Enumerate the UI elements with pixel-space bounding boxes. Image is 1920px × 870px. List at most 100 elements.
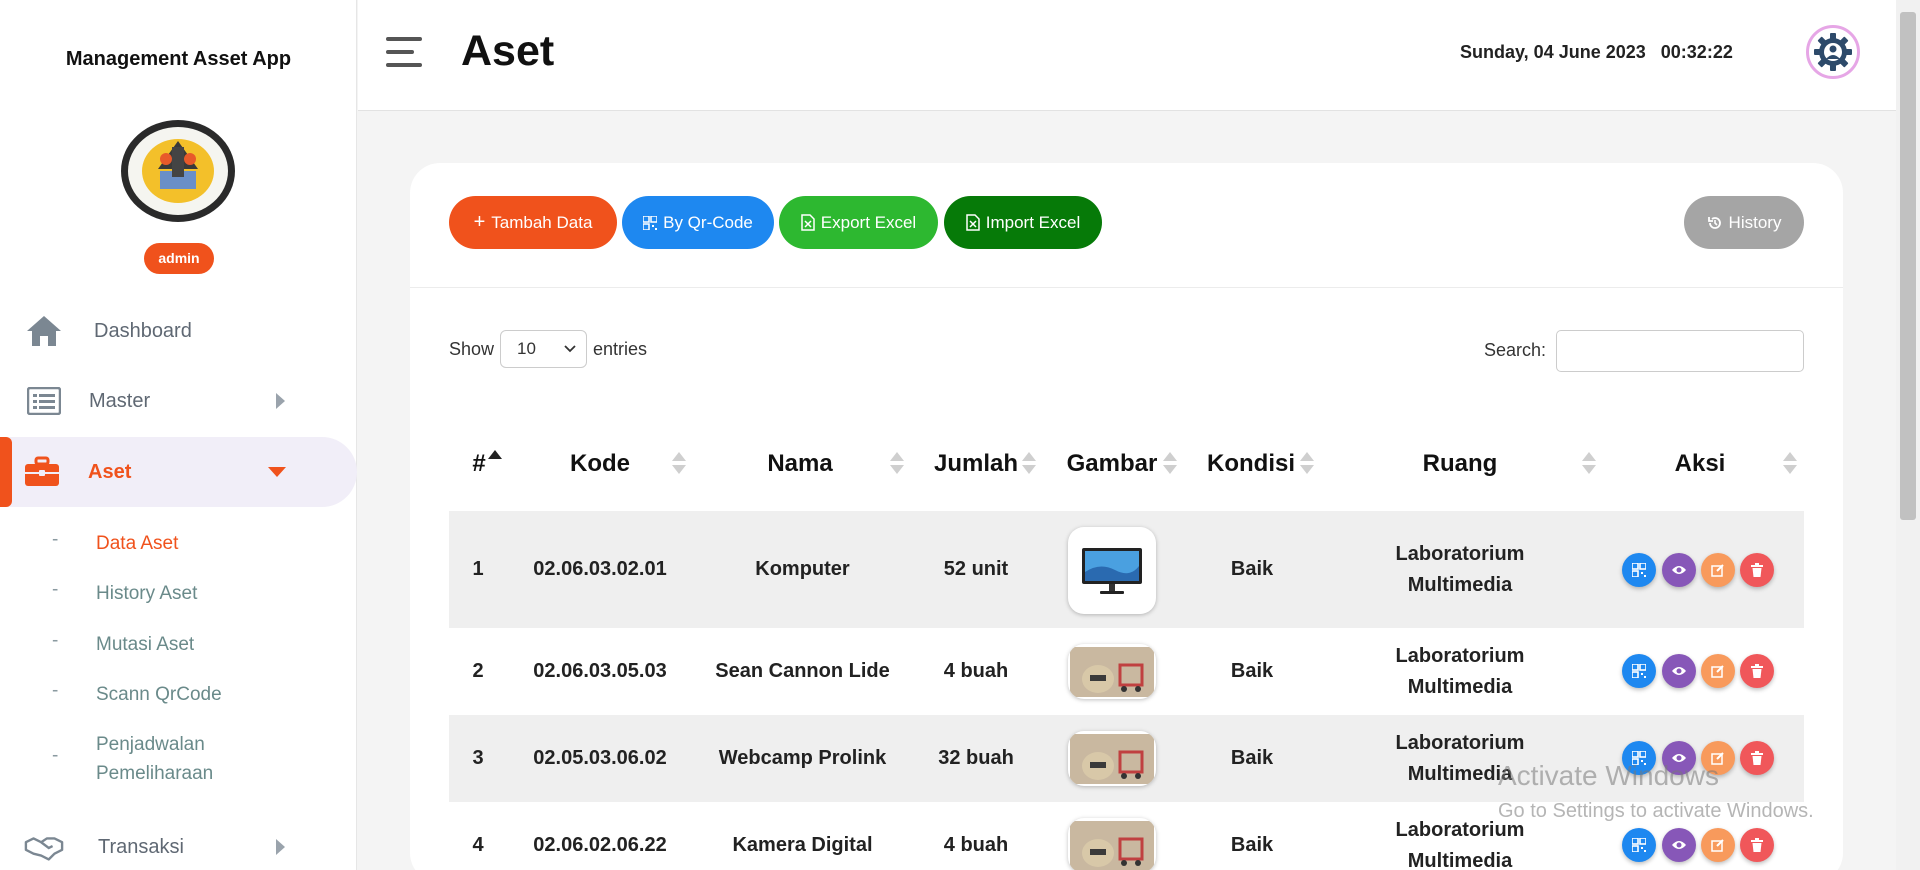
page-scrollbar[interactable] [1896,0,1920,870]
history-button[interactable]: History [1684,196,1804,249]
school-logo [120,119,236,223]
delete-action-button[interactable] [1740,553,1774,587]
delete-action-button[interactable] [1740,654,1774,688]
cell-kondisi: Baik [1230,834,1274,856]
delete-action-button[interactable] [1740,741,1774,775]
col-header-nama[interactable]: Nama [730,450,870,478]
col-header-jumlah[interactable]: Jumlah [930,450,1022,478]
sidebar-item-dashboard[interactable]: Dashboard [0,296,357,366]
qrcode-action-button[interactable] [1622,828,1656,862]
history-label: History [1728,212,1782,232]
sort-icon[interactable] [889,452,905,476]
cell-no: 3 [472,747,484,769]
sidebar-subitem-mutasi-aset[interactable]: - Mutasi Aset [52,630,194,659]
edit-action-button[interactable] [1701,828,1735,862]
edit-action-button[interactable] [1701,654,1735,688]
handshake-icon [24,830,64,864]
sort-icon[interactable] [1162,452,1178,476]
assets-bag-image[interactable] [1068,731,1156,786]
assets-bag-image[interactable] [1068,644,1156,699]
header-datetime: Sunday, 04 June 2023 00:32:22 [1460,42,1733,63]
entries-select[interactable]: 10 [500,330,588,368]
col-header-gambar[interactable]: Gambar [1064,450,1160,478]
eye-icon [1672,841,1686,849]
sort-icon[interactable] [1299,452,1315,476]
edit-icon [1711,839,1724,852]
col-header-kondisi[interactable]: Kondisi [1204,450,1298,478]
cell-kode: 02.06.03.02.01 [533,558,667,580]
menu-toggle-icon[interactable] [386,37,422,67]
sidebar-subitem-scann-qrcode[interactable]: - Scann QrCode [52,680,222,709]
qrcode-action-button[interactable] [1622,553,1656,587]
sort-icon[interactable] [1782,452,1798,476]
cell-no: 2 [472,660,484,682]
sidebar-item-transaksi[interactable]: Transaksi [0,812,357,870]
assets-bag-image[interactable] [1068,818,1156,870]
cell-ruang: Laboratorium Multimedia [1395,542,1525,596]
cell-ruang: Laboratorium Multimedia [1395,644,1525,698]
windows-activation-subtitle: Go to Settings to activate Windows. [1498,800,1814,822]
export-excel-label: Export Excel [820,212,917,232]
sidebar-subitem-data-aset[interactable]: - Data Aset [52,529,178,558]
dash-marker: - [52,745,59,766]
sort-asc-icon[interactable] [487,450,503,474]
cell-no: 4 [472,834,484,856]
view-action-button[interactable] [1662,654,1696,688]
entries-label: entries [593,338,648,359]
export-excel-button[interactable]: Export Excel [779,196,938,249]
by-qrcode-button[interactable]: By Qr-Code [622,196,774,249]
excel-file-icon [966,214,980,231]
col-header-aksi[interactable]: Aksi [1640,450,1760,478]
sort-icon[interactable] [1021,452,1037,476]
col-header-kode[interactable]: Kode [530,450,670,478]
cell-jumlah: 52 unit [943,558,1009,580]
toolbar-divider [410,287,1843,288]
eye-icon [1672,566,1686,574]
edit-action-button[interactable] [1701,553,1735,587]
view-action-button[interactable] [1662,553,1696,587]
show-entries-control: Show 10 entries [449,330,647,368]
import-excel-button[interactable]: Import Excel [944,196,1102,249]
sidebar-item-label: Dashboard [94,319,192,342]
excel-file-icon [801,214,815,231]
sidebar-item-aset[interactable]: Aset [0,437,357,507]
view-action-button[interactable] [1662,828,1696,862]
history-icon [1707,216,1721,229]
cell-kondisi: Baik [1230,747,1274,769]
cell-jumlah: 32 buah [938,747,1014,769]
sort-icon[interactable] [1581,452,1597,476]
dash-marker: - [52,680,59,701]
search-label: Search: [1484,340,1547,360]
app-title: Management Asset App [65,48,292,70]
entries-select-value: 10 [517,339,536,358]
sidebar-item-master[interactable]: Master [0,366,357,436]
add-data-button[interactable]: + Tambah Data [449,196,617,249]
qrcode-action-button[interactable] [1622,654,1656,688]
monitor-image[interactable] [1068,527,1156,614]
dash-marker: - [52,630,59,651]
trash-icon [1751,751,1763,765]
qrcode-icon [1632,838,1646,852]
chevron-right-icon [276,393,285,409]
scrollbar-thumb[interactable] [1900,12,1916,520]
cell-kondisi: Baik [1230,558,1274,580]
sort-icon[interactable] [671,452,687,476]
col-header-no[interactable]: # [470,450,488,478]
dash-marker: - [52,529,59,550]
trash-icon [1751,838,1763,852]
search-input[interactable] [1556,330,1804,372]
home-icon [24,314,64,348]
qrcode-icon [643,215,658,230]
sidebar: Management Asset App admin Dashboard Mas… [0,0,357,870]
col-header-ruang[interactable]: Ruang [1400,450,1520,478]
avatar[interactable] [1806,25,1860,79]
sidebar-subitem-label: Data Aset [96,533,179,554]
trash-icon [1751,563,1763,577]
role-badge: admin [144,243,214,274]
sidebar-subitem-label: Mutasi Aset [96,634,195,655]
show-label: Show [449,338,495,359]
sidebar-subitem-history-aset[interactable]: - History Aset [52,579,197,608]
cell-kondisi: Baik [1230,660,1274,682]
delete-action-button[interactable] [1740,828,1774,862]
sidebar-subitem-penjadwalan[interactable]: - Penjadwalan Pemeliharaan [52,730,246,788]
